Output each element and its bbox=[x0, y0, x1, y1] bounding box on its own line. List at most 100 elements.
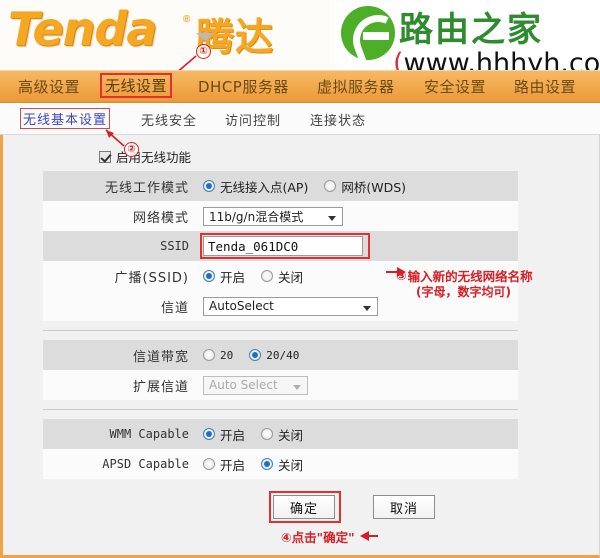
radio-button-icon[interactable] bbox=[203, 349, 215, 361]
watermark-url: (www.hhhyh.com) bbox=[393, 48, 600, 70]
dropdown-select[interactable]: 11b/g/n混合模式 bbox=[203, 206, 343, 226]
radio-option-label: 开启 bbox=[220, 457, 246, 473]
cancel-button[interactable]: 取消 bbox=[373, 495, 435, 519]
row-label: 信道 bbox=[160, 300, 189, 316]
ok-button-wrapper: 确定 bbox=[269, 491, 341, 523]
row-label: 扩展信道 bbox=[132, 379, 189, 395]
row-control: 20 20/40 bbox=[203, 349, 518, 362]
radio-button-icon[interactable] bbox=[324, 180, 337, 192]
content-panel-inner: 启用无线功能 无线工作模式 无线接入点(AP) 网桥(WDS) 网络模式 11b/g/n… bbox=[3, 135, 599, 555]
nav-items-container: 高级设置 无线设置 DHCP服务器 虚拟服务器 安全设置 路由设置 bbox=[0, 71, 600, 102]
wireless-settings-table: 无线工作模式 无线接入点(AP) 网桥(WDS) 网络模式 11b/g/n混合模式 SSI… bbox=[43, 171, 518, 479]
ssid-input[interactable]: Tenda_061DC0 bbox=[203, 236, 363, 256]
nav-item-2[interactable]: DHCP服务器 bbox=[194, 75, 293, 98]
radio-button-icon[interactable] bbox=[203, 428, 215, 440]
dropdown-select: Auto Select bbox=[203, 375, 308, 395]
radio-option[interactable]: 关闭 bbox=[261, 425, 303, 444]
settings-row: APSD Capable 开启 关闭 bbox=[43, 449, 518, 479]
tenda-logo-text: Tenda bbox=[8, 2, 157, 56]
radio-button-icon[interactable] bbox=[249, 349, 262, 361]
row-label: 广播(SSID) bbox=[114, 270, 189, 286]
ssid-input-wrapper: Tenda_061DC0 bbox=[200, 233, 370, 259]
radio-button-icon[interactable] bbox=[261, 458, 274, 470]
nav-item-5[interactable]: 路由设置 bbox=[510, 75, 580, 98]
row-control: 无线接入点(AP) 网桥(WDS) bbox=[203, 177, 518, 196]
nav-item-1[interactable]: 无线设置 bbox=[100, 73, 173, 98]
url-paren-open: ( bbox=[393, 48, 404, 70]
settings-row: 网络模式 11b/g/n混合模式 bbox=[43, 201, 518, 231]
radio-option-label: 20/40 bbox=[266, 348, 300, 362]
radio-button-icon[interactable] bbox=[261, 270, 274, 282]
row-control: Auto Select bbox=[203, 375, 518, 395]
radio-option[interactable]: 开启 bbox=[203, 425, 245, 444]
radio-button-icon[interactable] bbox=[203, 458, 215, 470]
radio-option-label: 开启 bbox=[220, 427, 246, 443]
page-banner: Tenda ® 腾达 路由之家 (www.hhhyh.com) bbox=[0, 0, 600, 70]
row-gap bbox=[43, 331, 518, 340]
dropdown-select[interactable]: AutoSelect bbox=[203, 296, 378, 316]
subtab-1[interactable]: 无线安全 bbox=[141, 110, 197, 129]
row-control: 11b/g/n混合模式 bbox=[203, 206, 518, 226]
settings-row: 无线工作模式 无线接入点(AP) 网桥(WDS) bbox=[43, 171, 518, 201]
row-label: 无线工作模式 bbox=[104, 180, 189, 196]
row-control: 开启 关闭 bbox=[203, 267, 518, 286]
radio-option-label: 20 bbox=[220, 348, 234, 362]
row-gap bbox=[43, 321, 518, 330]
radio-option[interactable]: 开启 bbox=[203, 455, 245, 474]
radio-button-icon[interactable] bbox=[261, 428, 274, 440]
radio-button-icon[interactable] bbox=[203, 270, 215, 282]
row-control: 开启 关闭 bbox=[203, 425, 518, 444]
annotation-2-arrow-icon bbox=[105, 129, 125, 147]
subtab-2[interactable]: 访问控制 bbox=[225, 110, 281, 129]
ok-button[interactable]: 确定 bbox=[273, 495, 335, 519]
nav-item-0[interactable]: 高级设置 bbox=[14, 75, 84, 98]
row-label: APSD Capable bbox=[102, 457, 189, 471]
dropdown-value: AutoSelect bbox=[209, 299, 274, 313]
radio-button-icon[interactable] bbox=[203, 180, 215, 192]
radio-option[interactable]: 开启 bbox=[203, 267, 245, 286]
settings-row: 广播(SSID) 开启 关闭 bbox=[43, 261, 518, 291]
content-panel: 启用无线功能 无线工作模式 无线接入点(AP) 网桥(WDS) 网络模式 11b/g/n… bbox=[0, 135, 600, 558]
settings-row: 信道带宽 20 20/40 bbox=[43, 340, 518, 370]
form-footer: 确定 取消 bbox=[43, 487, 518, 527]
subtab-3[interactable]: 连接状态 bbox=[310, 110, 366, 129]
radio-option[interactable]: 20 bbox=[203, 349, 233, 362]
row-label: 网络模式 bbox=[132, 210, 189, 226]
dropdown-value: Auto Select bbox=[209, 378, 278, 392]
routerhome-logo-icon bbox=[341, 6, 395, 60]
settings-row: WMM Capable 开启 关闭 bbox=[43, 419, 518, 449]
row-label: 信道带宽 bbox=[132, 349, 189, 365]
radio-option-label: 关闭 bbox=[278, 427, 304, 443]
url-text: www.hhhyh.com bbox=[403, 48, 600, 70]
settings-row: 信道 AutoSelect bbox=[43, 291, 518, 321]
nav-item-4[interactable]: 安全设置 bbox=[420, 75, 490, 98]
row-control: Tenda_061DC0 bbox=[200, 233, 518, 259]
watermark-overlay: 路由之家 (www.hhhyh.com) bbox=[335, 0, 600, 70]
settings-row: SSID Tenda_061DC0 bbox=[43, 231, 518, 261]
row-label: SSID bbox=[160, 239, 189, 253]
main-navigation: 高级设置 无线设置 DHCP服务器 虚拟服务器 安全设置 路由设置 bbox=[0, 70, 600, 103]
settings-row: 扩展信道 Auto Select bbox=[43, 370, 518, 400]
row-control: 开启 关闭 bbox=[203, 455, 518, 474]
annotation-4-arrow-icon bbox=[360, 531, 378, 541]
dropdown-value: 11b/g/n混合模式 bbox=[209, 209, 304, 224]
row-gap bbox=[43, 410, 518, 419]
radio-option[interactable]: 关闭 bbox=[261, 455, 303, 474]
radio-option-label: 网桥(WDS) bbox=[341, 179, 407, 195]
radio-option-label: 开启 bbox=[220, 269, 246, 285]
radio-option[interactable]: 网桥(WDS) bbox=[324, 177, 406, 196]
annotation-3-arrow-icon bbox=[386, 267, 406, 277]
row-control: AutoSelect bbox=[203, 296, 518, 316]
row-label: WMM Capable bbox=[109, 427, 189, 441]
sub-navigation: 无线基本设置 无线安全 访问控制 连接状态 bbox=[0, 103, 600, 135]
radio-option-label: 关闭 bbox=[278, 269, 304, 285]
enable-wireless-checkbox[interactable] bbox=[99, 150, 111, 163]
radio-option[interactable]: 20/40 bbox=[249, 349, 299, 362]
row-gap bbox=[43, 400, 518, 409]
radio-option[interactable]: 关闭 bbox=[261, 267, 303, 286]
nav-item-3[interactable]: 虚拟服务器 bbox=[313, 75, 399, 98]
nav-active-pointer-icon bbox=[196, 33, 214, 41]
radio-option[interactable]: 无线接入点(AP) bbox=[203, 177, 308, 196]
radio-option-label: 关闭 bbox=[278, 457, 304, 473]
watermark-site-name: 路由之家 bbox=[399, 10, 543, 50]
